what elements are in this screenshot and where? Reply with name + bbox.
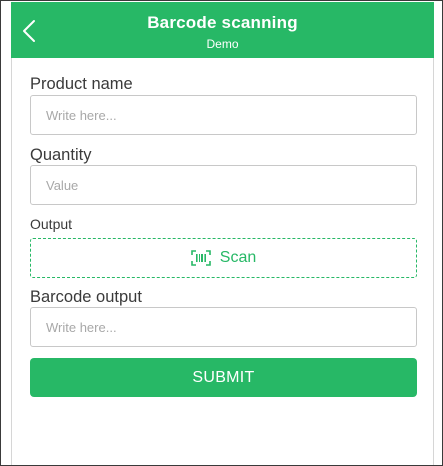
barcode-output-input[interactable] bbox=[30, 307, 417, 347]
left-edge bbox=[11, 58, 12, 465]
right-edge bbox=[433, 58, 434, 465]
scan-button[interactable]: Scan bbox=[30, 238, 417, 278]
scan-button-label: Scan bbox=[219, 249, 257, 266]
product-name-input[interactable] bbox=[30, 95, 417, 135]
page-subtitle: Demo bbox=[206, 37, 239, 51]
output-label: Output bbox=[30, 216, 73, 232]
barcode-output-label: Barcode output bbox=[30, 288, 142, 306]
quantity-label: Quantity bbox=[30, 146, 92, 164]
page-title: Barcode scanning bbox=[147, 13, 298, 32]
app-window: Barcode scanning Demo Product name Quant… bbox=[0, 0, 443, 466]
barcode-scan-icon bbox=[190, 250, 211, 266]
app-header: Barcode scanning Demo bbox=[11, 2, 434, 58]
quantity-input[interactable] bbox=[30, 165, 417, 205]
product-name-label: Product name bbox=[30, 75, 133, 93]
submit-button[interactable]: SUBMIT bbox=[30, 358, 417, 397]
